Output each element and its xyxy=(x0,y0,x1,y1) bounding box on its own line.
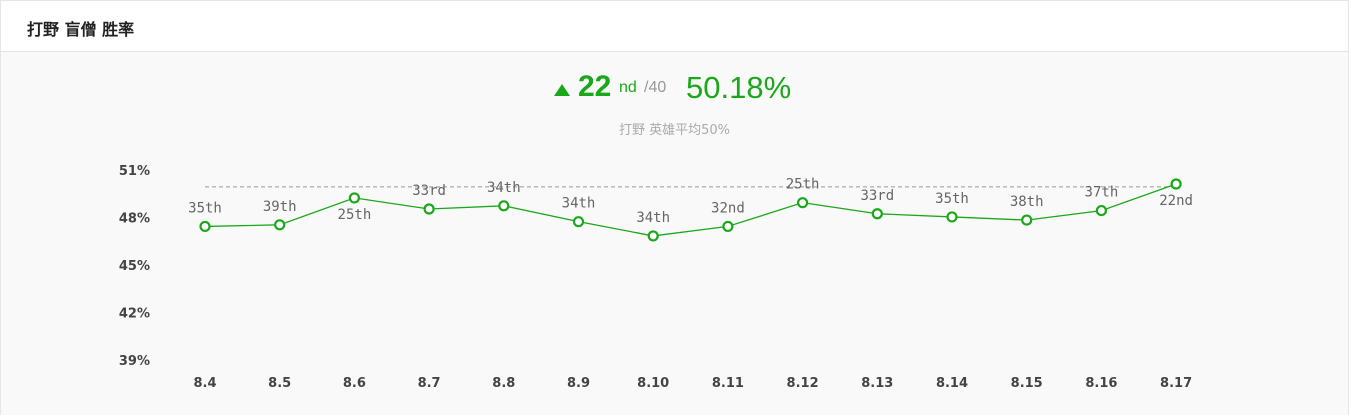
data-point xyxy=(423,203,435,215)
y-tick-label: 45% xyxy=(119,259,150,274)
data-point xyxy=(647,230,659,242)
x-tick-label: 8.14 xyxy=(936,376,968,391)
data-point xyxy=(348,192,360,204)
y-tick-label: 42% xyxy=(119,307,150,322)
card-title: 打野 盲僧 胜率 xyxy=(27,20,135,39)
point-rank-label: 34th xyxy=(636,210,670,226)
x-tick-label: 8.7 xyxy=(418,376,441,391)
data-point xyxy=(1021,214,1033,226)
point-rank-label: 38th xyxy=(1010,194,1044,210)
data-point xyxy=(1095,204,1108,217)
y-tick-label: 51% xyxy=(119,164,150,179)
win-rate-card: 打野 盲僧 胜率 22 nd /40 50.18% 打野 英雄平均50% 51%… xyxy=(0,0,1349,415)
data-point xyxy=(722,220,734,233)
data-point xyxy=(796,197,809,209)
point-rank-label: 33rd xyxy=(412,183,446,199)
y-tick-label: 48% xyxy=(119,212,150,227)
data-point xyxy=(274,219,286,231)
point-rank-label: 32nd xyxy=(711,200,745,216)
data-point xyxy=(199,220,211,233)
point-rank-label: 37th xyxy=(1085,185,1119,201)
x-tick-label: 8.15 xyxy=(1011,376,1043,391)
x-tick-label: 8.13 xyxy=(861,376,893,391)
point-rank-label: 33rd xyxy=(860,188,894,204)
data-point xyxy=(498,200,510,212)
data-point xyxy=(871,208,883,220)
y-tick-label: 39% xyxy=(119,354,150,369)
x-tick-label: 8.11 xyxy=(712,376,744,391)
card-header: 打野 盲僧 胜率 xyxy=(1,1,1348,52)
x-tick-label: 8.4 xyxy=(193,376,216,391)
point-rank-label: 34th xyxy=(487,180,521,196)
x-tick-label: 8.17 xyxy=(1160,376,1192,391)
data-point xyxy=(1170,178,1182,190)
x-tick-label: 8.10 xyxy=(637,376,669,391)
point-rank-label: 22nd xyxy=(1159,193,1193,209)
x-tick-label: 8.6 xyxy=(343,376,366,391)
data-point xyxy=(946,211,958,223)
x-tick-label: 8.16 xyxy=(1085,376,1117,391)
x-tick-label: 8.5 xyxy=(268,376,291,391)
x-tick-label: 8.12 xyxy=(787,376,819,391)
point-rank-label: 25th xyxy=(786,177,820,193)
point-rank-label: 39th xyxy=(263,199,297,215)
point-rank-label: 35th xyxy=(935,191,969,207)
x-tick-label: 8.8 xyxy=(492,376,515,391)
data-point xyxy=(572,216,585,228)
point-rank-label: 25th xyxy=(338,207,372,223)
win-rate-line-chart: 51% 48% 45% 42% 39% 8.4 8.5 8.6 8.7 8.8 8.9 8.10 8.1… xyxy=(119,164,1193,391)
x-tick-label: 8.9 xyxy=(567,376,590,391)
point-rank-label: 35th xyxy=(188,200,222,216)
point-rank-label: 34th xyxy=(562,196,596,212)
